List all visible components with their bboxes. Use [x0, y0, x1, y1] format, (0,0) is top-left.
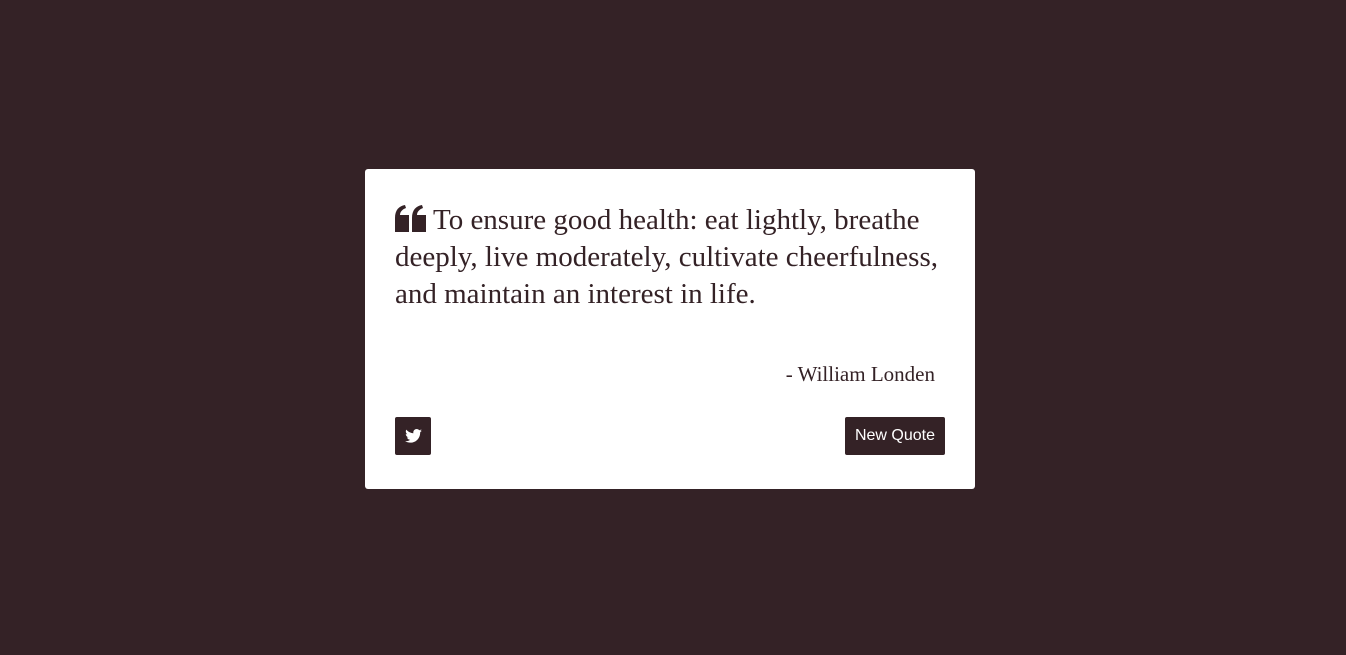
- quote-text-block: To ensure good health: eat lightly, brea…: [395, 202, 940, 313]
- twitter-icon: [404, 429, 422, 443]
- new-quote-button[interactable]: New Quote: [845, 417, 945, 455]
- quote-text: To ensure good health: eat lightly, brea…: [395, 204, 938, 310]
- quote-box: To ensure good health: eat lightly, brea…: [365, 169, 975, 489]
- tweet-quote-button[interactable]: [395, 417, 431, 455]
- quote-author: - William Londen: [785, 362, 935, 386]
- quote-left-icon: [395, 205, 427, 232]
